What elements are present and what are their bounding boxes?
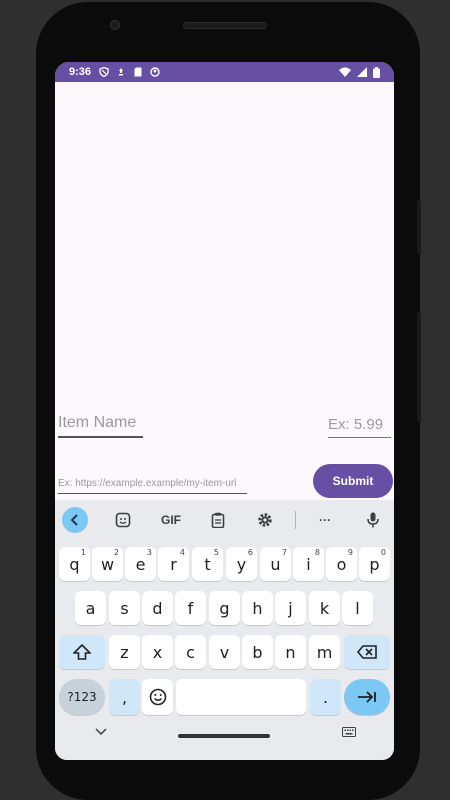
backspace-icon [357, 645, 377, 659]
key-j[interactable]: j [275, 591, 306, 625]
keyboard-toolbar: GIF ··· [55, 500, 394, 540]
hide-keyboard-chevron-icon[interactable] [93, 724, 109, 740]
battery-icon [373, 66, 380, 78]
microphone-icon[interactable] [363, 508, 383, 532]
backspace-key[interactable] [344, 635, 390, 669]
more-options-button[interactable]: ··· [314, 508, 336, 532]
speaker-grille [183, 22, 267, 29]
soft-keyboard: GIF ··· q1 w2 e3 r4 t5 y6 u7 i8 o9 p0 a … [55, 500, 394, 760]
key-v[interactable]: v [209, 635, 240, 669]
power-button [417, 312, 421, 422]
key-l[interactable]: l [342, 591, 373, 625]
key-g[interactable]: g [209, 591, 240, 625]
key-z[interactable]: z [109, 635, 140, 669]
app-notification-icon [150, 67, 160, 77]
toolbar-back-button[interactable] [62, 507, 88, 533]
submit-button[interactable]: Submit [313, 464, 393, 498]
sticker-icon[interactable] [113, 508, 133, 532]
key-m[interactable]: m [309, 635, 340, 669]
symbols-key[interactable]: ?123 [59, 679, 105, 715]
key-h[interactable]: h [242, 591, 273, 625]
key-k[interactable]: k [309, 591, 340, 625]
key-i[interactable]: i8 [293, 547, 324, 581]
shift-arrow-icon [73, 644, 91, 660]
volume-button [417, 200, 421, 254]
key-u[interactable]: u7 [260, 547, 291, 581]
camera-icon [110, 20, 120, 30]
key-y[interactable]: y6 [226, 547, 257, 581]
key-n[interactable]: n [275, 635, 306, 669]
key-x[interactable]: x [142, 635, 173, 669]
key-c[interactable]: c [175, 635, 206, 669]
shift-key[interactable] [59, 635, 105, 669]
main-content: Item Name Ex: 5.99 Ex: https://example.e… [55, 82, 394, 500]
key-f[interactable]: f [175, 591, 206, 625]
data-saver-icon [119, 68, 124, 76]
key-t[interactable]: t5 [192, 547, 223, 581]
key-w[interactable]: w2 [92, 547, 123, 581]
cellular-signal-icon [357, 67, 367, 77]
key-e[interactable]: e3 [125, 547, 156, 581]
key-q[interactable]: q1 [59, 547, 90, 581]
emoji-icon [149, 688, 166, 706]
period-key[interactable]: . [310, 679, 341, 715]
item-url-input[interactable]: Ex: https://example.example/my-item-url [58, 478, 247, 494]
screen: 9:36 Item Name Ex: 5.99 Ex: https://exam… [55, 62, 394, 760]
key-o[interactable]: o9 [326, 547, 357, 581]
clipboard-icon[interactable] [208, 508, 228, 532]
price-input[interactable]: Ex: 5.99 [328, 416, 391, 438]
sd-card-icon [134, 67, 142, 77]
status-right-icons [339, 66, 380, 78]
item-name-input[interactable]: Item Name [58, 414, 143, 438]
status-time: 9:36 [69, 66, 92, 78]
key-a[interactable]: a [75, 591, 106, 625]
tab-next-key[interactable] [344, 679, 390, 715]
gif-button[interactable]: GIF [157, 508, 185, 532]
key-s[interactable]: s [109, 591, 140, 625]
key-p[interactable]: p0 [359, 547, 390, 581]
shield-icon [99, 67, 109, 77]
chevron-left-icon [62, 507, 88, 533]
emoji-key[interactable] [142, 679, 173, 715]
status-bar: 9:36 [55, 62, 394, 82]
wifi-icon [339, 67, 351, 77]
home-gesture-bar[interactable] [178, 734, 270, 738]
key-b[interactable]: b [242, 635, 273, 669]
key-d[interactable]: d [142, 591, 173, 625]
keyboard-switch-icon[interactable] [341, 724, 357, 740]
key-r[interactable]: r4 [158, 547, 189, 581]
gear-icon[interactable] [255, 508, 275, 532]
toolbar-divider [295, 511, 296, 529]
arrow-to-right-icon [358, 691, 376, 703]
spacebar-key[interactable] [176, 679, 306, 715]
comma-key[interactable]: , [109, 679, 140, 715]
